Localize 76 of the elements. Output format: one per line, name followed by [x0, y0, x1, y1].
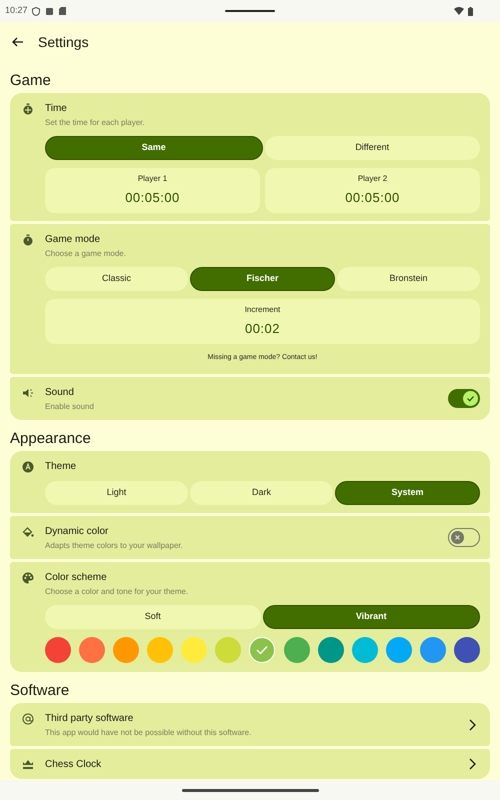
gesture-handle[interactable] [182, 788, 318, 792]
color-swatch[interactable] [45, 636, 71, 662]
section-heading: Game [9, 71, 52, 91]
tile-value: 00:05:00 [345, 189, 400, 208]
setting-subtitle: Choose a color and tone for your theme. [45, 586, 190, 596]
setting-title: Chess Clock [45, 758, 102, 770]
setting-title: Time [45, 102, 68, 115]
paint-bucket-icon [22, 526, 34, 538]
back-button[interactable] [11, 35, 25, 49]
setting-subtitle: Enable sound [45, 400, 95, 412]
section-heading: Software [9, 680, 70, 700]
segment-button[interactable]: Dark [190, 480, 333, 504]
chevron-right-icon [469, 718, 476, 730]
color-swatch[interactable] [352, 636, 378, 662]
tile-label: Player 1 [138, 173, 168, 186]
segment-button[interactable]: Bronstein [337, 267, 480, 291]
section-heading: Appearance [9, 428, 92, 448]
time-tile[interactable]: Player 1 00:05:00 [45, 168, 260, 213]
segment-button[interactable]: Vibrant [262, 604, 480, 628]
toggle-switch[interactable] [448, 389, 480, 408]
tile-value: 00:02 [244, 320, 280, 338]
setting-title: Third party software [45, 712, 134, 724]
setting-title: Dynamic color [45, 524, 110, 538]
setting-subtitle: Adapts theme colors to your wallpaper. [45, 540, 184, 550]
sd-card-icon [58, 7, 66, 15]
segment-button[interactable]: Classic [45, 267, 188, 291]
color-swatch[interactable] [284, 636, 310, 662]
wifi-icon [454, 7, 464, 15]
crown-icon [22, 758, 34, 770]
settings-link[interactable]: Third party software This app would have not be possible without this software. [10, 702, 490, 746]
color-swatch[interactable] [147, 636, 174, 662]
speaker-icon [22, 386, 34, 398]
time-tile[interactable]: Increment 00:02 [45, 299, 480, 344]
stopwatch-icon [22, 234, 34, 246]
settings-link[interactable]: Chess Clock [10, 748, 490, 778]
tile-label: Player 2 [358, 173, 388, 186]
shield-icon [32, 6, 40, 16]
timer-icon [22, 103, 34, 115]
segment-button[interactable]: Light [45, 480, 188, 504]
badge-icon [22, 460, 34, 472]
segment-button[interactable]: Same [45, 136, 262, 160]
chevron-right-icon [469, 758, 476, 770]
color-swatch[interactable] [181, 636, 208, 662]
time-tile[interactable]: Player 2 00:05:00 [265, 168, 480, 213]
palette-icon [22, 572, 34, 584]
segment-button[interactable]: System [335, 480, 480, 504]
page-title: Settings [38, 32, 89, 52]
tile-value: 00:05:00 [125, 189, 180, 208]
color-swatch[interactable] [79, 636, 106, 662]
close-icon [451, 531, 464, 544]
color-swatch[interactable] [454, 636, 480, 662]
color-swatch[interactable] [113, 636, 140, 662]
setting-subtitle: This app would have not be possible without this software. [45, 726, 252, 738]
toggle-switch[interactable] [448, 528, 480, 547]
tile-label: Increment [244, 304, 280, 316]
setting-subtitle: Set the time for each player. [45, 117, 146, 128]
color-swatch[interactable] [215, 636, 242, 662]
color-swatch[interactable] [318, 636, 344, 662]
back-arrow-icon [12, 37, 24, 47]
segment-button[interactable]: Different [264, 136, 480, 160]
segment-button[interactable]: Soft [45, 604, 260, 628]
battery-icon [468, 6, 473, 16]
notification-icon [46, 8, 53, 14]
setting-title: Sound [45, 386, 75, 398]
setting-title: Game mode [45, 233, 102, 246]
setting-title: Color scheme [45, 570, 108, 584]
segment-button[interactable]: Fischer [190, 267, 335, 291]
color-swatch[interactable] [249, 636, 276, 662]
check-icon [256, 644, 268, 654]
color-swatch[interactable] [420, 636, 446, 662]
at-sign-icon [22, 712, 34, 724]
setting-title: Theme [45, 460, 78, 472]
color-swatch[interactable] [386, 636, 412, 662]
status-time: 10:27 [5, 4, 28, 18]
check-icon [463, 391, 478, 406]
setting-subtitle: Choose a game mode. [45, 248, 127, 259]
